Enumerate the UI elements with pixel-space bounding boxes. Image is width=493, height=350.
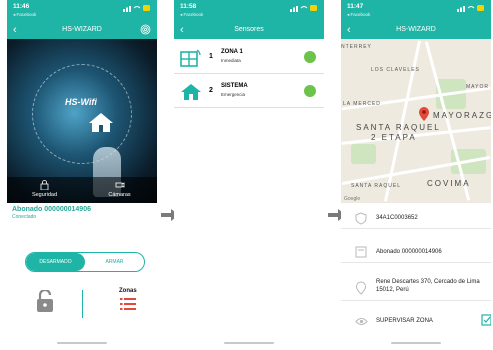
map-label: SANTA RAQUEL xyxy=(351,183,401,189)
supervise-zone-label: SUPERVISAR ZONA xyxy=(376,318,433,324)
map-street xyxy=(383,40,422,202)
fingerprint-icon[interactable] xyxy=(140,24,151,35)
map-pin-outline-icon xyxy=(355,281,367,295)
map-attribution: Google xyxy=(344,196,361,202)
sensor-type: Emergencia xyxy=(221,92,246,97)
camera-icon xyxy=(115,182,124,188)
window-sensor-icon xyxy=(180,49,201,67)
hero-brand-label: HS-Wifi xyxy=(65,97,97,107)
sensor-name: SISTEMA xyxy=(221,83,248,89)
back-to-app-link[interactable]: ◂ Facebook xyxy=(13,12,36,18)
shield-icon xyxy=(355,212,367,225)
page-title: Sensores xyxy=(234,26,264,33)
hero-tab-bar: Seguridad Cámaras xyxy=(7,177,157,203)
list-item: Abonado 000000014906 xyxy=(341,241,491,263)
padlock-open-icon[interactable] xyxy=(37,290,53,312)
screen-main: 11:46 ◂ Facebook ‹ HS-WIZARD HS-Wifi Seg… xyxy=(7,0,157,350)
map-label: 2 ETAPA xyxy=(371,133,417,142)
list-item: Rene Descartes 370, Cercado de Lima 1501… xyxy=(341,275,491,301)
list-item[interactable]: 1 ZONA 1 Inmediata xyxy=(174,41,324,74)
map-label: SANTA RAQUEL xyxy=(356,123,441,132)
back-to-app-link[interactable]: ◂ Facebook xyxy=(180,12,203,18)
tab-security-label: Seguridad xyxy=(31,192,58,198)
hero-image: HS-Wifi Seguridad Cámaras xyxy=(7,39,157,203)
status-time: 11:58 xyxy=(180,3,197,10)
tab-cameras[interactable]: Cámaras xyxy=(82,177,157,203)
back-chevron-icon[interactable]: ‹ xyxy=(180,21,184,39)
signal-battery-icon xyxy=(123,5,150,12)
map-label: MAYORAZGO xyxy=(433,111,491,120)
zones-label: Zonas xyxy=(119,288,137,294)
eye-icon xyxy=(355,318,368,325)
sensor-type: Inmediata xyxy=(221,58,241,63)
status-bar: 11:58 ◂ Facebook xyxy=(174,0,324,21)
nav-bar: ‹ HS-WIZARD xyxy=(7,21,157,39)
subscriber-number: Abonado 000000014906 xyxy=(12,206,91,213)
map-label: LOS CLAVELES xyxy=(371,67,420,73)
back-to-app-link[interactable]: ◂ Facebook xyxy=(347,12,370,18)
tab-security[interactable]: Seguridad xyxy=(7,177,82,203)
screen-location: 11:47 ◂ Facebook ‹ HS-WIZARD NTERREY LOS… xyxy=(341,0,491,350)
status-bar: 11:46 ◂ Facebook xyxy=(7,0,157,21)
zones-list-icon[interactable] xyxy=(120,297,136,311)
map-label: NTERREY xyxy=(341,44,372,50)
tab-cameras-label: Cámaras xyxy=(108,192,131,198)
lock-icon xyxy=(40,180,49,190)
status-time: 11:46 xyxy=(13,3,30,10)
checkbox-icon[interactable] xyxy=(481,314,491,326)
signal-battery-icon xyxy=(290,5,317,12)
back-chevron-icon[interactable]: ‹ xyxy=(13,21,17,39)
id-card-icon xyxy=(355,246,367,258)
nav-bar: ‹ Sensores xyxy=(174,21,324,39)
status-bar: 11:47 ◂ Facebook xyxy=(341,0,491,21)
home-indicator xyxy=(224,342,274,344)
address-text: Rene Descartes 370, Cercado de Lima 1501… xyxy=(376,279,480,293)
map-label: COVIMA xyxy=(427,179,471,188)
map-park xyxy=(351,144,376,164)
connection-ring xyxy=(32,64,132,164)
map-label: MAYOR xyxy=(466,84,489,90)
page-title: HS-WIZARD xyxy=(62,26,102,33)
page-title: HS-WIZARD xyxy=(396,26,436,33)
map-label: LA MERCED xyxy=(343,101,381,107)
signal-battery-icon xyxy=(457,5,484,12)
home-system-icon xyxy=(181,84,201,100)
sensor-name: ZONA 1 xyxy=(221,49,243,55)
home-indicator xyxy=(57,342,107,344)
status-indicator xyxy=(304,85,316,97)
arm-option[interactable]: ARMAR xyxy=(85,253,144,271)
subscriber-number: Abonado 000000014906 xyxy=(376,249,442,255)
home-indicator xyxy=(391,342,441,344)
list-item: 34A1C0003652 xyxy=(341,207,491,229)
location-pin-icon xyxy=(419,107,429,121)
device-id: 34A1C0003652 xyxy=(376,215,418,221)
divider xyxy=(82,290,83,318)
connection-status: Conectado xyxy=(12,214,37,220)
screen-sensors: 11:58 ◂ Facebook ‹ Sensores 1 ZONA 1 Inm… xyxy=(174,0,324,350)
sensor-number: 1 xyxy=(209,53,213,60)
nav-bar: ‹ HS-WIZARD xyxy=(341,21,491,39)
list-item[interactable]: 2 SISTEMA Emergencia xyxy=(174,75,324,108)
map-street xyxy=(424,41,471,201)
disarmed-option[interactable]: DESARMADO xyxy=(26,253,85,271)
supervise-zone-row[interactable]: SUPERVISAR ZONA xyxy=(341,312,491,332)
back-chevron-icon[interactable]: ‹ xyxy=(347,21,351,39)
sensor-number: 2 xyxy=(209,87,213,94)
status-time: 11:47 xyxy=(347,3,364,10)
location-map[interactable]: NTERREY LOS CLAVELES LA MERCED SANTA RAQ… xyxy=(341,39,491,203)
arm-toggle[interactable]: DESARMADO ARMAR xyxy=(25,252,145,272)
home-wifi-icon xyxy=(89,113,113,132)
status-indicator xyxy=(304,51,316,63)
